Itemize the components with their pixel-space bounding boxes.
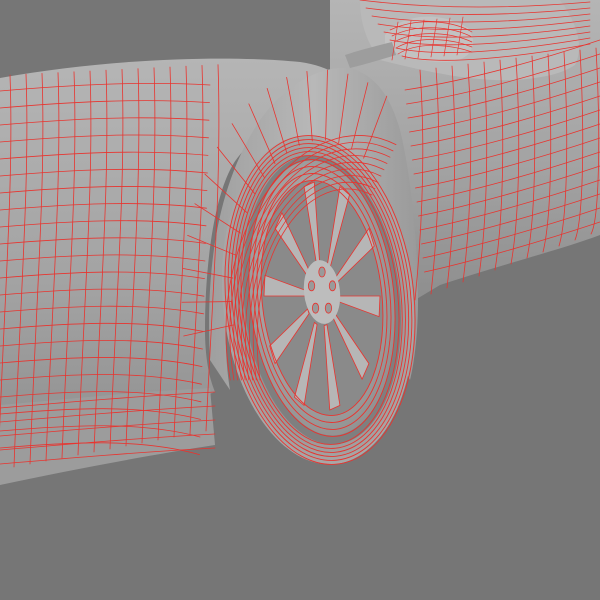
render-viewport: [0, 0, 600, 600]
lug-nut: [318, 266, 326, 278]
lug-nut: [324, 302, 333, 314]
lug-nut: [328, 280, 337, 292]
lug-nut: [311, 302, 320, 314]
lug-nut: [307, 280, 316, 292]
car-wireframe-scene: [0, 0, 600, 600]
